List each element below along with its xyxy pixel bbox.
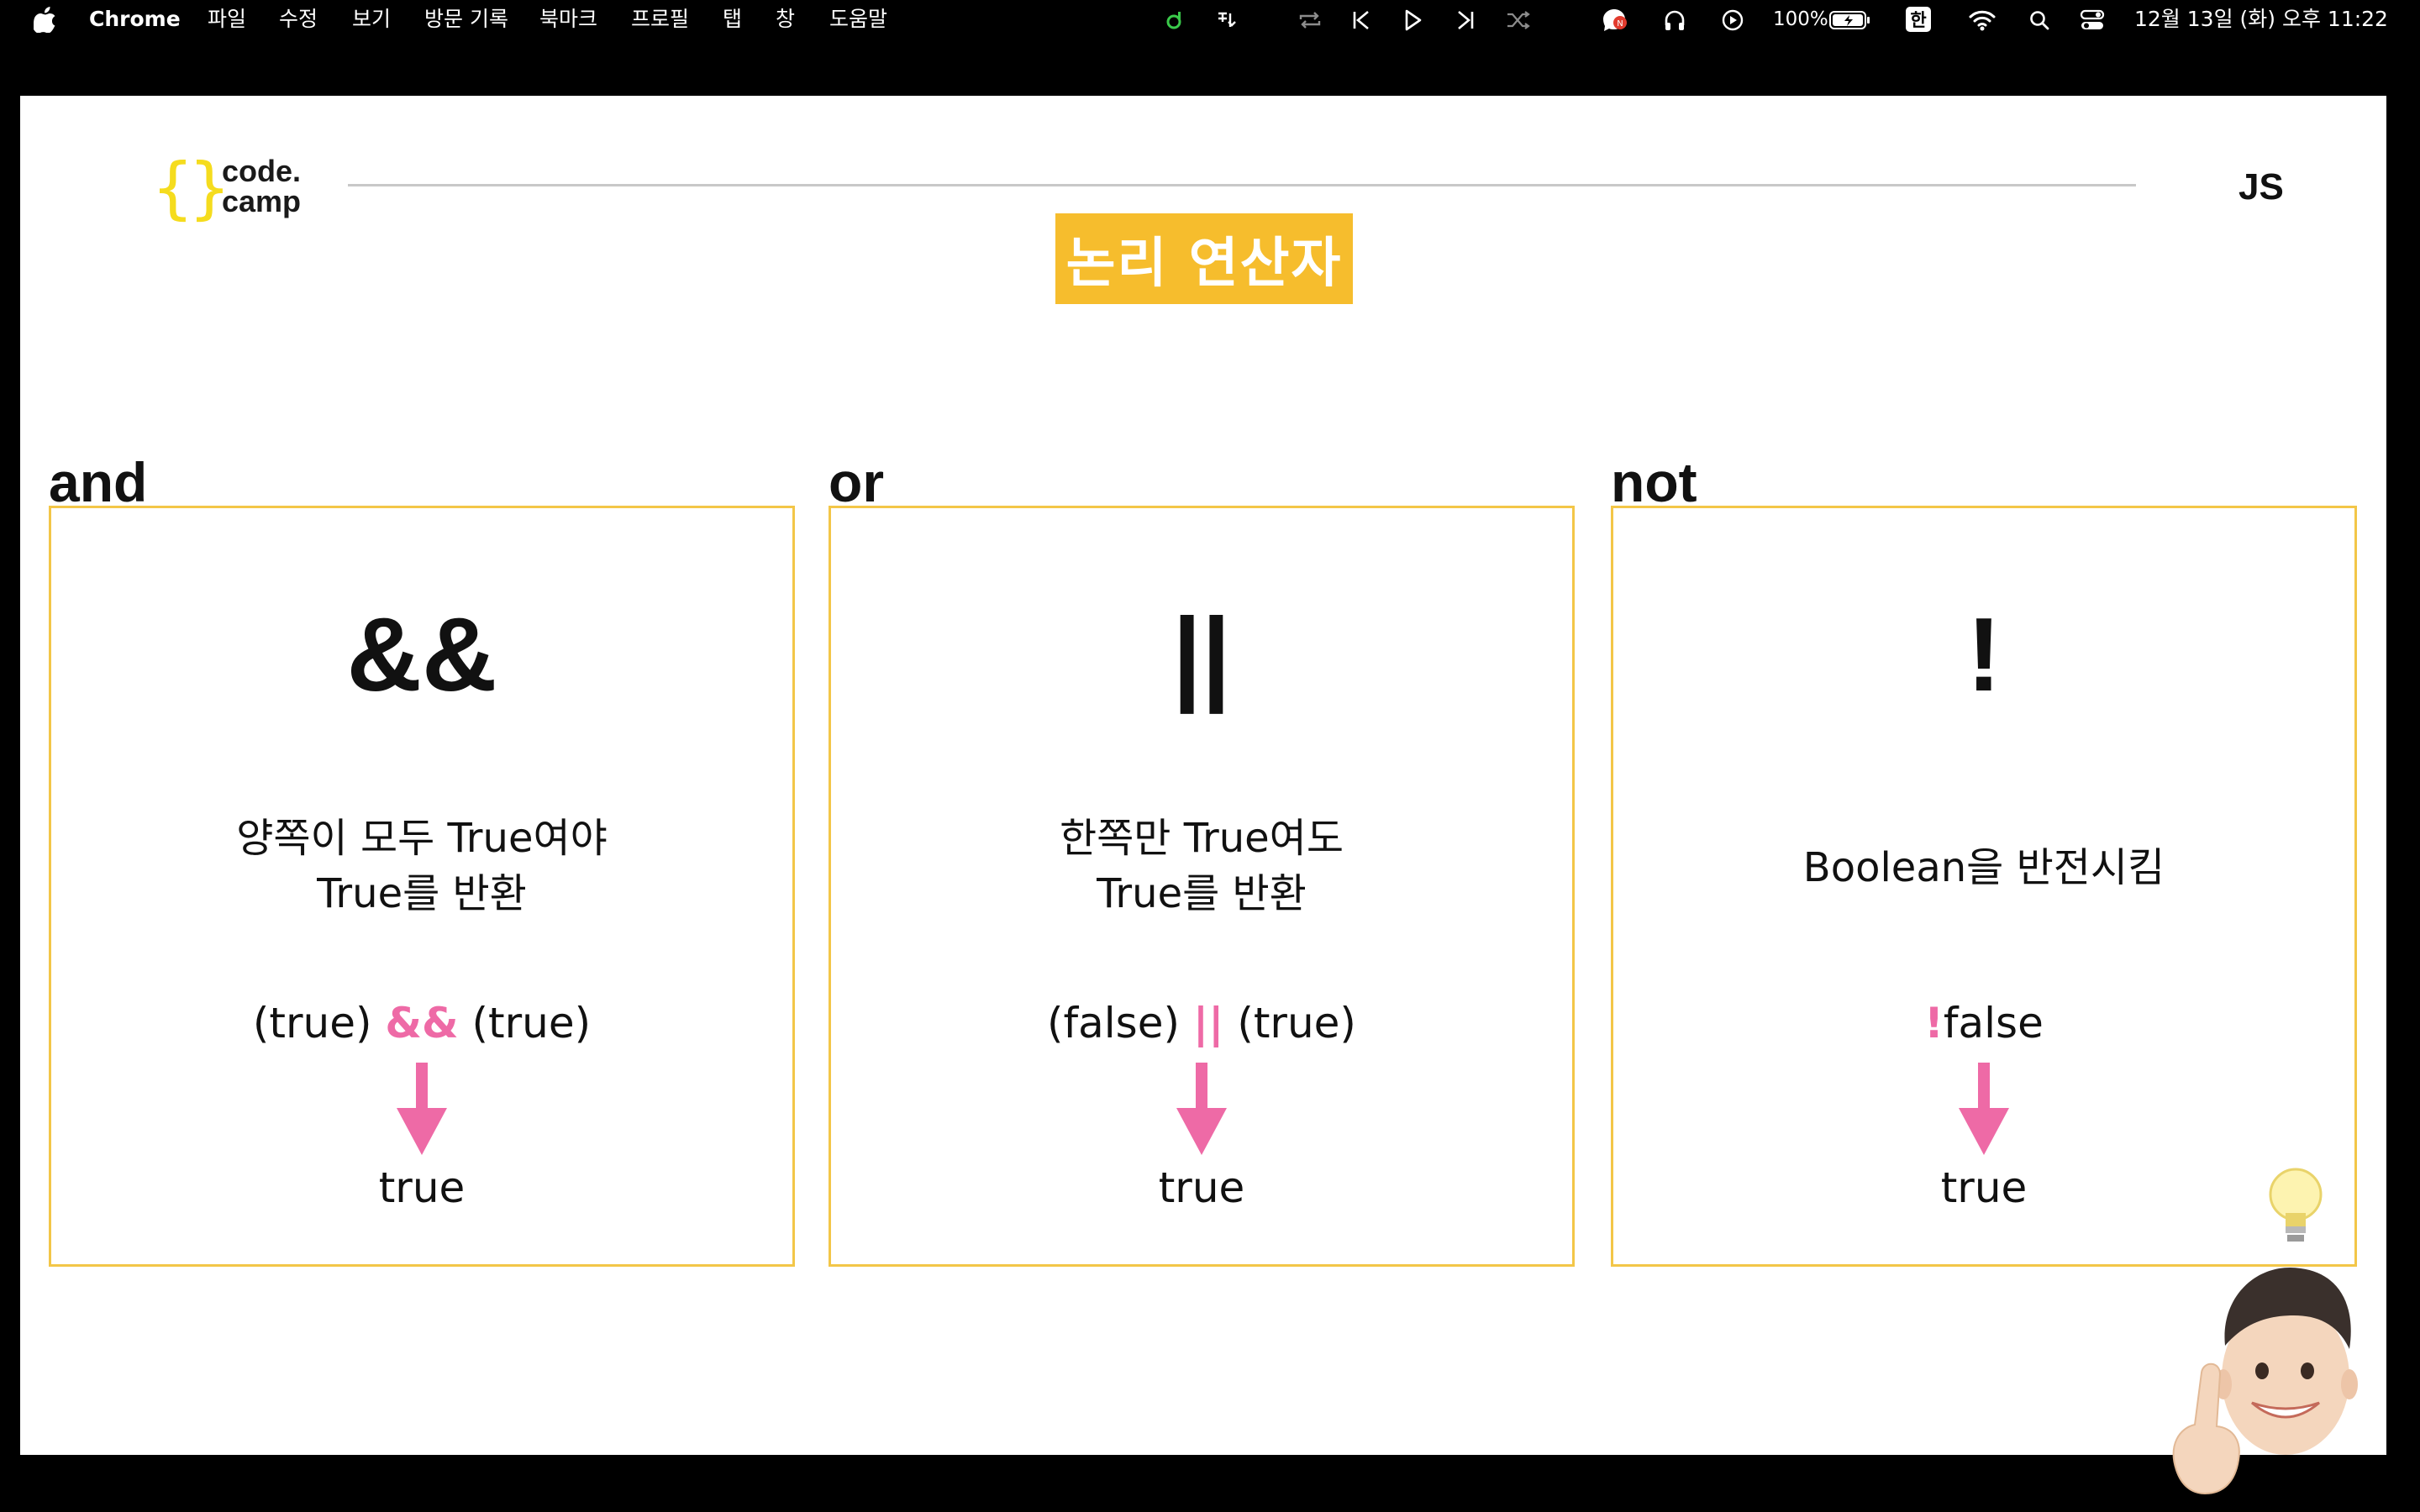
language-tag: JS <box>2238 166 2284 207</box>
menu-edit[interactable]: 수정 <box>279 6 318 33</box>
control-center-icon[interactable] <box>2080 8 2105 33</box>
headphones-icon[interactable] <box>1662 8 1687 33</box>
previous-icon[interactable] <box>1349 8 1374 33</box>
example-expression: (true) && (true) <box>51 994 792 1053</box>
battery-percent: 100% <box>1773 8 1828 30</box>
operator-symbol: && <box>346 597 497 713</box>
arrow-down-icon <box>1959 1063 2009 1155</box>
notification-icon[interactable]: N <box>1601 8 1629 33</box>
expression-right: (true) <box>458 999 592 1047</box>
operator-symbol: || <box>1172 597 1231 713</box>
logo-text: code. camp <box>222 154 302 218</box>
expression-result: true <box>1158 1163 1245 1212</box>
expression-operator: || <box>1192 999 1224 1047</box>
search-icon[interactable] <box>2027 8 2052 33</box>
header-divider <box>348 184 2136 186</box>
operator-symbol: ! <box>1966 597 2002 713</box>
menu-history[interactable]: 방문 기록 <box>424 6 508 33</box>
menu-bookmarks[interactable]: 북마크 <box>539 6 597 33</box>
operator-description: Boolean을 반전시킴 <box>1802 844 2165 891</box>
next-icon[interactable] <box>1453 8 1478 33</box>
expression-operator: ! <box>1924 999 1944 1047</box>
shuffle-icon[interactable] <box>1506 8 1531 33</box>
menu-profile[interactable]: 프로필 <box>631 6 689 33</box>
lyrics-icon[interactable] <box>1214 8 1239 33</box>
repeat-icon[interactable] <box>1297 8 1323 33</box>
operator-card-or: || 한쪽만 True여도 True를 반환 (false) || (true)… <box>829 506 1575 1267</box>
lightbulb-icon <box>2269 1168 2323 1242</box>
menu-file[interactable]: 파일 <box>208 6 246 33</box>
wifi-icon[interactable] <box>1968 8 1996 33</box>
input-method-indicator[interactable]: 한 <box>1905 6 1932 33</box>
operator-description: 한쪽만 True여도 True를 반환 <box>1059 815 1344 917</box>
menu-tab[interactable]: 탭 <box>723 6 742 33</box>
expression-operator: && <box>385 999 459 1047</box>
apple-icon[interactable] <box>32 5 59 34</box>
menu-view[interactable]: 보기 <box>352 6 391 33</box>
expression-left: (false) <box>1047 999 1193 1047</box>
input-method-label: 한 <box>1906 7 1931 32</box>
expression-right: (true) <box>1223 999 1356 1047</box>
expression-result: true <box>378 1163 466 1212</box>
battery-icon[interactable] <box>1828 8 1872 33</box>
music-icon[interactable] <box>1162 8 1187 33</box>
play-circle-icon[interactable] <box>1720 8 1745 33</box>
menu-window[interactable]: 창 <box>776 6 795 33</box>
arrow-down-icon <box>397 1063 447 1155</box>
example-expression: !false <box>1613 994 2354 1053</box>
macos-menubar: Chrome 파일 수정 보기 방문 기록 북마크 프로필 탭 창 도움말 N … <box>0 0 2420 39</box>
app-menu-chrome[interactable]: Chrome <box>89 6 181 33</box>
presentation-slide: { } code. camp JS 논리 연산자 and && 양쪽이 모두 T… <box>20 96 2386 1455</box>
play-icon[interactable] <box>1401 8 1426 33</box>
example-expression: (false) || (true) <box>831 994 1572 1053</box>
expression-left: (true) <box>252 999 386 1047</box>
slide-title: 논리 연산자 <box>1055 213 1353 304</box>
expression-right: false <box>1943 999 2044 1047</box>
operator-card-and: && 양쪽이 모두 True여야 True를 반환 (true) && (tru… <box>49 506 795 1267</box>
menu-help[interactable]: 도움말 <box>829 6 887 33</box>
memoji-avatar-with-lightbulb <box>2172 1168 2358 1495</box>
operator-description: 양쪽이 모두 True여야 True를 반환 <box>236 815 608 917</box>
arrow-down-icon <box>1176 1063 1227 1155</box>
menubar-clock[interactable]: 12월 13일 (화) 오후 11:22 <box>2134 6 2388 33</box>
svg-text:N: N <box>1617 19 1623 29</box>
